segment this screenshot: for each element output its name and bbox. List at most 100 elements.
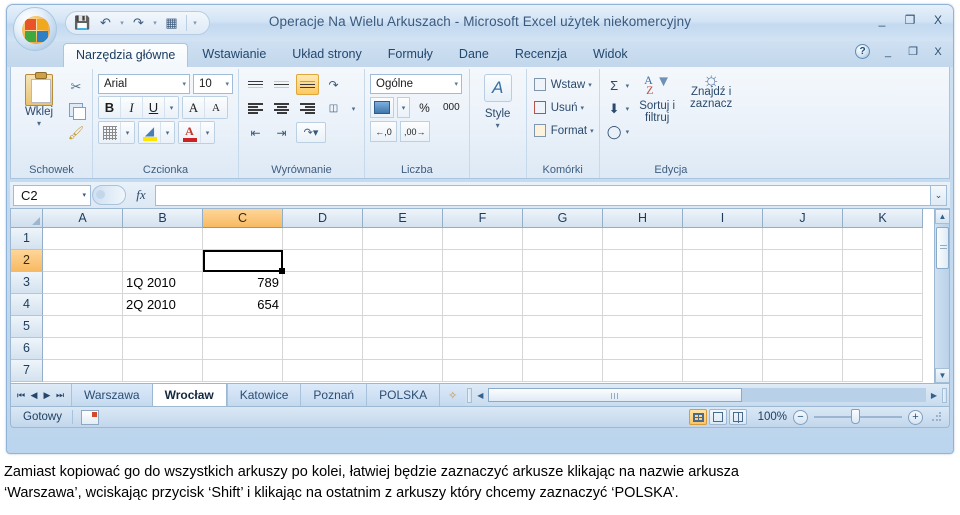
- horizontal-scroll-thumb[interactable]: [488, 388, 743, 402]
- cell-F5[interactable]: [443, 316, 523, 338]
- clear-button[interactable]: ◯ ▾: [605, 121, 630, 142]
- cell-I2[interactable]: [683, 250, 763, 272]
- select-all-button[interactable]: [11, 209, 43, 228]
- cell-K4[interactable]: [843, 294, 923, 316]
- cell-G1[interactable]: [523, 228, 603, 250]
- vertical-scrollbar[interactable]: ▲ ▼: [934, 209, 949, 383]
- insert-dropdown-icon[interactable]: ▾: [588, 81, 592, 89]
- font-color-dropdown-icon[interactable]: ▾: [201, 122, 214, 143]
- format-painter-button[interactable]: 🖌: [65, 122, 87, 143]
- cell-D1[interactable]: [283, 228, 363, 250]
- horizontal-scrollbar[interactable]: [488, 388, 926, 402]
- merge-dropdown-icon[interactable]: ▾: [348, 98, 359, 119]
- column-header-k[interactable]: K: [843, 209, 923, 228]
- cell-E3[interactable]: [363, 272, 443, 294]
- cell-A3[interactable]: [43, 272, 123, 294]
- cell-D6[interactable]: [283, 338, 363, 360]
- cell-K6[interactable]: [843, 338, 923, 360]
- cell-G7[interactable]: [523, 360, 603, 382]
- underline-button[interactable]: U: [143, 97, 165, 118]
- fill-color-icon[interactable]: ◢: [139, 122, 161, 143]
- zoom-slider[interactable]: [814, 409, 902, 424]
- column-header-g[interactable]: G: [523, 209, 603, 228]
- cell-I1[interactable]: [683, 228, 763, 250]
- column-header-f[interactable]: F: [443, 209, 523, 228]
- cell-E4[interactable]: [363, 294, 443, 316]
- cell-E6[interactable]: [363, 338, 443, 360]
- sheet-tab-wroc-aw[interactable]: Wrocław: [151, 384, 227, 406]
- cell-B4[interactable]: 2Q 2010: [123, 294, 203, 316]
- cell-A1[interactable]: [43, 228, 123, 250]
- cell-H2[interactable]: [603, 250, 683, 272]
- name-box[interactable]: C2 ▾: [13, 184, 91, 206]
- sort-filter-button[interactable]: A Z ▼ Sortuj i filtruj: [631, 74, 683, 124]
- page-layout-view-icon[interactable]: [709, 409, 727, 425]
- delete-cells-button[interactable]: Usuń ▾: [532, 97, 594, 118]
- tab-formuly[interactable]: Formuły: [376, 43, 445, 67]
- cell-A6[interactable]: [43, 338, 123, 360]
- cell-grid[interactable]: 1Q 2010 789 2Q 2010 654: [43, 228, 949, 382]
- expand-formula-bar-icon[interactable]: ⌄: [930, 184, 947, 206]
- cell-H3[interactable]: [603, 272, 683, 294]
- italic-button[interactable]: I: [121, 97, 143, 118]
- cell-A7[interactable]: [43, 360, 123, 382]
- cell-J4[interactable]: [763, 294, 843, 316]
- cell-F1[interactable]: [443, 228, 523, 250]
- cell-F6[interactable]: [443, 338, 523, 360]
- sheet-tab-pozna-[interactable]: Poznań: [300, 384, 367, 406]
- align-middle-button[interactable]: [270, 74, 293, 95]
- tab-widok[interactable]: Widok: [581, 43, 640, 67]
- cell-C7[interactable]: [203, 360, 283, 382]
- cell-F2[interactable]: [443, 250, 523, 272]
- sheet-tab-katowice[interactable]: Katowice: [226, 384, 301, 406]
- decrease-indent-button[interactable]: ⇤: [244, 122, 267, 143]
- first-sheet-icon[interactable]: ⏮: [16, 390, 26, 401]
- cell-I3[interactable]: [683, 272, 763, 294]
- previous-sheet-icon[interactable]: ◀: [29, 390, 39, 401]
- cell-D3[interactable]: [283, 272, 363, 294]
- clear-dropdown-icon[interactable]: ▾: [626, 128, 630, 136]
- cell-J1[interactable]: [763, 228, 843, 250]
- workbook-minimize-button[interactable]: _: [881, 46, 895, 58]
- comma-style-button[interactable]: 000: [439, 97, 464, 118]
- underline-dropdown-icon[interactable]: ▾: [165, 97, 178, 118]
- cell-K3[interactable]: [843, 272, 923, 294]
- sheet-tab-warszawa[interactable]: Warszawa: [71, 384, 152, 406]
- row-header-7[interactable]: 7: [11, 360, 43, 382]
- close-button[interactable]: X: [931, 13, 945, 27]
- row-header-4[interactable]: 4: [11, 294, 43, 316]
- cell-B3[interactable]: 1Q 2010: [123, 272, 203, 294]
- cell-F4[interactable]: [443, 294, 523, 316]
- insert-cells-button[interactable]: Wstaw ▾: [532, 74, 594, 95]
- vertical-scroll-thumb[interactable]: [936, 227, 949, 269]
- autosum-dropdown-icon[interactable]: ▾: [626, 82, 630, 90]
- sheet-tab-polska[interactable]: POLSKA: [366, 384, 440, 406]
- cell-B1[interactable]: [123, 228, 203, 250]
- cell-G5[interactable]: [523, 316, 603, 338]
- cell-K5[interactable]: [843, 316, 923, 338]
- column-header-h[interactable]: H: [603, 209, 683, 228]
- format-dropdown-icon[interactable]: ▾: [590, 127, 594, 135]
- cell-H4[interactable]: [603, 294, 683, 316]
- align-top-button[interactable]: [244, 74, 267, 95]
- chevron-down-icon[interactable]: ▾: [454, 80, 458, 88]
- column-header-j[interactable]: J: [763, 209, 843, 228]
- minimize-button[interactable]: _: [875, 13, 889, 27]
- orientation-button[interactable]: ↷: [322, 74, 345, 95]
- align-right-button[interactable]: [296, 98, 319, 119]
- cell-B5[interactable]: [123, 316, 203, 338]
- scroll-left-button[interactable]: ◀: [474, 388, 486, 402]
- chevron-down-icon[interactable]: ▾: [225, 80, 229, 88]
- merge-cells-button[interactable]: ◫: [322, 98, 345, 119]
- paste-dropdown-icon[interactable]: ▾: [37, 119, 41, 128]
- cell-I7[interactable]: [683, 360, 763, 382]
- cell-J3[interactable]: [763, 272, 843, 294]
- name-box-dropdown-icon[interactable]: ▾: [82, 191, 86, 199]
- cell-G4[interactable]: [523, 294, 603, 316]
- align-center-button[interactable]: [270, 98, 293, 119]
- maximize-button[interactable]: ❐: [903, 13, 917, 27]
- number-format-select[interactable]: Ogólne ▾: [370, 74, 462, 94]
- office-button[interactable]: [13, 7, 57, 51]
- align-left-button[interactable]: [244, 98, 267, 119]
- find-select-button[interactable]: ☼ Znajdź i zaznacz: [685, 70, 737, 110]
